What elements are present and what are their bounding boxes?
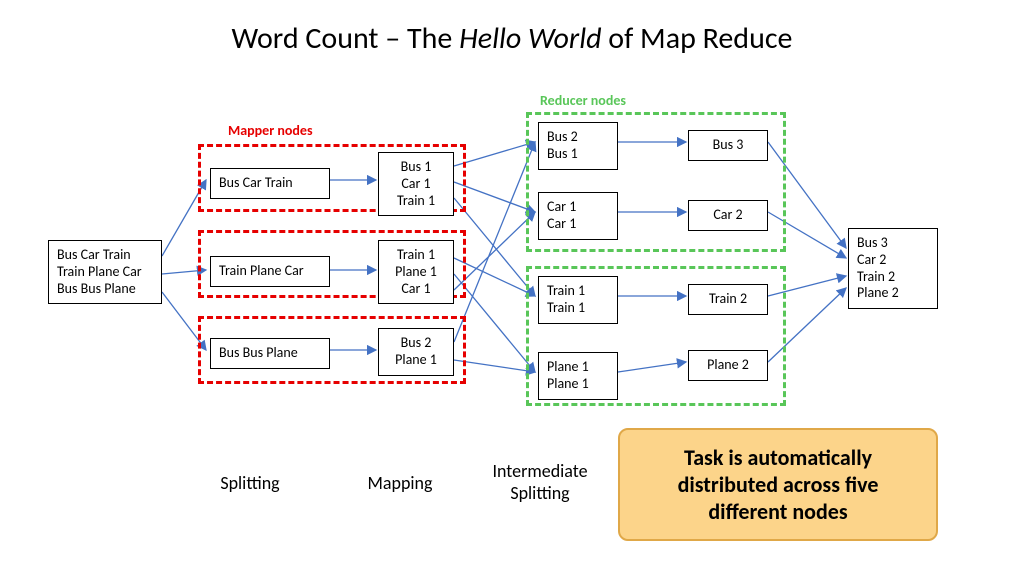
map-output-box: Bus 2 Plane 1: [378, 328, 454, 376]
map-line: Plane 1: [387, 352, 445, 369]
reduce-box: Car 2: [688, 200, 768, 231]
map-output-box: Train 1 Plane 1 Car 1: [378, 240, 454, 304]
output-line: Bus 3: [857, 235, 929, 252]
phase-intermediate-splitting: Intermediate Splitting: [470, 460, 610, 504]
reduce-box: Bus 3: [688, 130, 768, 161]
title-italic: Hello World: [459, 20, 601, 57]
split-text: Train Plane Car: [219, 262, 304, 279]
output-box: Bus 3 Car 2 Train 2 Plane 2: [848, 228, 938, 309]
reduce-box: Plane 2: [688, 350, 768, 381]
output-line: Plane 2: [857, 285, 929, 302]
map-line: Car 1: [387, 176, 445, 193]
phase-line: Intermediate: [470, 460, 610, 482]
map-line: Bus 1: [387, 159, 445, 176]
title-part-2: of Map Reduce: [602, 20, 793, 57]
shuffle-box: Bus 2 Bus 1: [538, 122, 618, 170]
shuffle-line: Car 1: [547, 216, 609, 233]
shuffle-line: Bus 1: [547, 146, 609, 163]
shuffle-box: Train 1 Train 1: [538, 276, 618, 324]
input-box: Bus Car Train Train Plane Car Bus Bus Pl…: [48, 240, 162, 304]
shuffle-box: Plane 1 Plane 1: [538, 352, 618, 400]
callout-line: distributed across five: [638, 471, 918, 498]
input-line: Bus Car Train: [57, 247, 153, 264]
shuffle-line: Car 1: [547, 199, 609, 216]
input-line: Bus Bus Plane: [57, 281, 153, 298]
phase-splitting: Splitting: [190, 472, 310, 494]
map-line: Car 1: [387, 281, 445, 298]
reduce-text: Bus 3: [713, 136, 744, 153]
input-line: Train Plane Car: [57, 264, 153, 281]
reduce-text: Car 2: [713, 206, 742, 223]
split-text: Bus Car Train: [219, 174, 293, 191]
reduce-box: Train 2: [688, 284, 768, 315]
phase-line: Splitting: [470, 482, 610, 504]
split-box: Bus Bus Plane: [210, 338, 330, 369]
shuffle-box: Car 1 Car 1: [538, 192, 618, 240]
split-box: Train Plane Car: [210, 256, 330, 287]
split-box: Bus Car Train: [210, 168, 330, 199]
mapper-nodes-label: Mapper nodes: [228, 122, 313, 139]
shuffle-line: Train 1: [547, 283, 609, 300]
title-part-1: Word Count – The: [232, 20, 460, 57]
phase-mapping: Mapping: [340, 472, 460, 494]
map-line: Train 1: [387, 193, 445, 210]
reduce-text: Plane 2: [707, 356, 749, 373]
reduce-text: Train 2: [709, 290, 747, 307]
map-line: Plane 1: [387, 264, 445, 281]
callout-line: Task is automatically: [638, 444, 918, 471]
shuffle-line: Bus 2: [547, 129, 609, 146]
callout-distributed: Task is automatically distributed across…: [618, 428, 938, 541]
output-line: Car 2: [857, 252, 929, 269]
output-line: Train 2: [857, 269, 929, 286]
shuffle-line: Plane 1: [547, 359, 609, 376]
map-line: Train 1: [387, 247, 445, 264]
split-text: Bus Bus Plane: [219, 344, 298, 361]
callout-line: different nodes: [638, 498, 918, 525]
map-line: Bus 2: [387, 335, 445, 352]
shuffle-line: Plane 1: [547, 376, 609, 393]
shuffle-line: Train 1: [547, 300, 609, 317]
map-output-box: Bus 1 Car 1 Train 1: [378, 152, 454, 216]
reducer-nodes-label: Reducer nodes: [540, 92, 626, 109]
page-title: Word Count – The Hello World of Map Redu…: [0, 20, 1024, 57]
